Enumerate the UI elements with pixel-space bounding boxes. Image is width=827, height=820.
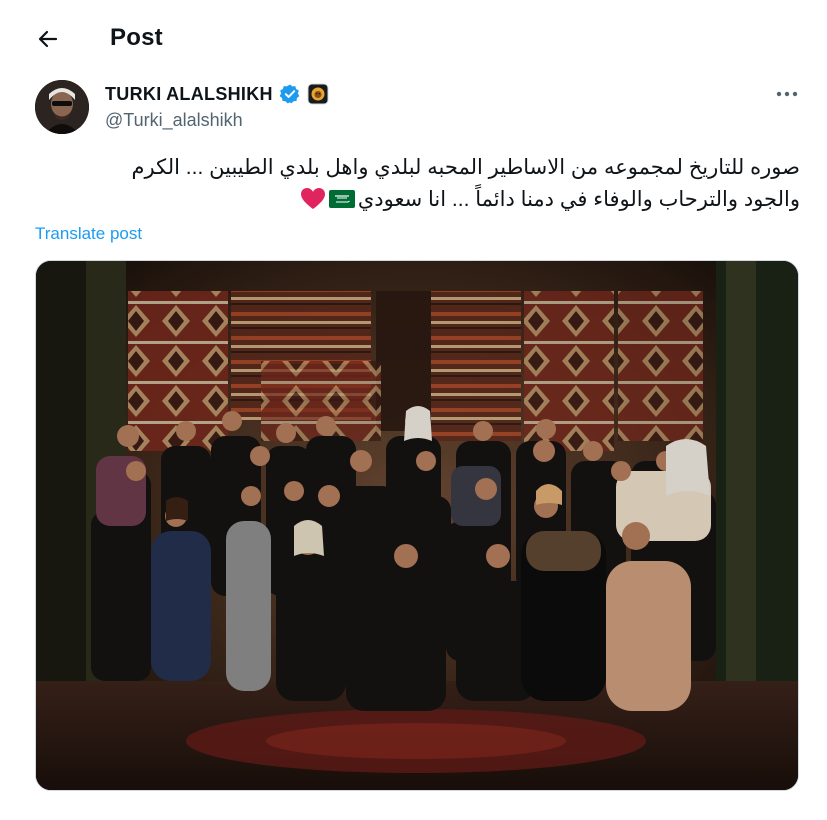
arrow-left-icon xyxy=(38,30,58,48)
post-text-line-2: والجود والترحاب والوفاء في دمنا دائماً .… xyxy=(35,184,800,216)
lion-badge-icon[interactable] xyxy=(307,83,329,105)
more-horizontal-icon xyxy=(776,91,798,97)
red-heart-icon xyxy=(300,187,326,211)
post-text: صوره للتاريخ لمجموعه من الاساطير المحبه … xyxy=(35,152,800,216)
verified-badge-icon[interactable] xyxy=(279,83,301,105)
author-block: TURKI ALALSHIKH @Turki_alalshikh xyxy=(105,82,329,131)
group-photo-image xyxy=(36,261,798,790)
more-options-button[interactable] xyxy=(770,80,804,108)
handle[interactable]: @Turki_alalshikh xyxy=(105,110,329,131)
back-button[interactable] xyxy=(28,22,68,56)
page-title: Post xyxy=(110,24,163,51)
avatar-image xyxy=(35,80,89,134)
post-text-line-1: صوره للتاريخ لمجموعه من الاساطير المحبه … xyxy=(131,156,800,179)
saudi-flag-icon xyxy=(328,186,355,208)
display-name[interactable]: TURKI ALALSHIKH xyxy=(105,84,273,105)
post-media[interactable] xyxy=(35,260,799,791)
top-bar: Post xyxy=(0,0,827,78)
avatar[interactable] xyxy=(35,80,89,134)
post-text-line-2-text: والجود والترحاب والوفاء في دمنا دائماً .… xyxy=(357,188,800,211)
translate-post-link[interactable]: Translate post xyxy=(35,224,142,244)
